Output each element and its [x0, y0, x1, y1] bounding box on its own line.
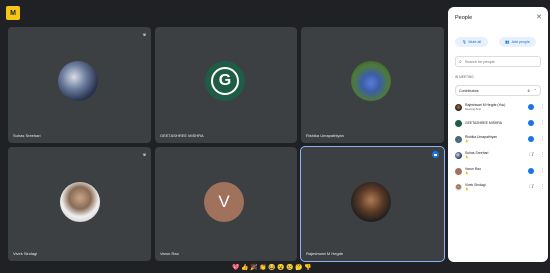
- reaction-heart-icon[interactable]: 💖: [232, 264, 239, 272]
- participant-name: GEETASHREE MISHRA: [465, 120, 503, 125]
- tile-name: GEETASHREE MISHRA: [160, 133, 204, 138]
- mic-off-icon[interactable]: 🎙̸: [528, 152, 534, 158]
- mic-muted-icon: Ψ: [142, 152, 146, 157]
- avatar: [455, 151, 462, 159]
- tile-name: Rajeshwari M Hegde: [306, 251, 344, 256]
- participant-photo: [351, 182, 391, 222]
- panel-title: People: [455, 15, 473, 21]
- participant-logo-avatar: G: [205, 61, 245, 101]
- tile-name: Vivek Sindagi: [13, 251, 38, 256]
- video-tile-vivek[interactable]: Ψ Vivek Sindagi: [8, 147, 151, 261]
- avatar: [455, 135, 462, 143]
- raised-hand-icon: ✋: [465, 187, 469, 191]
- tile-name: Varun Rao: [160, 251, 179, 256]
- more-options-icon[interactable]: ⋮: [540, 168, 545, 174]
- video-tile-rajeshwari[interactable]: Rajeshwari M Hegde: [300, 146, 445, 262]
- contributors-label: Contributors: [459, 88, 479, 93]
- avatar: [455, 119, 462, 127]
- reaction-surprised-icon[interactable]: 😮: [277, 264, 284, 272]
- search-input[interactable]: [464, 59, 535, 64]
- reaction-thumbs-up-icon[interactable]: 👍: [241, 264, 248, 272]
- participant-row[interactable]: Varun Rao ✋ ⋮: [455, 165, 545, 177]
- add-person-icon: 👥: [505, 40, 510, 44]
- mic-on-icon[interactable]: [528, 168, 534, 174]
- people-panel: People ✕ 🎙 Mute all 👥 Add people ⌕ IN ME…: [448, 7, 548, 262]
- speaking-indicator-icon: [432, 151, 439, 158]
- participant-row[interactable]: Rajeshwari M Hegde (You) Meeting host ⋮: [455, 101, 545, 113]
- search-icon: ⌕: [459, 58, 462, 65]
- more-options-icon[interactable]: ⋮: [540, 152, 545, 158]
- video-tile-geetashree[interactable]: G GEETASHREE MISHRA: [155, 27, 297, 143]
- participant-letter-avatar: V: [204, 182, 244, 222]
- mic-on-icon[interactable]: [528, 120, 534, 126]
- raised-hand-icon: ✋: [465, 171, 469, 175]
- mic-off-icon[interactable]: 🎙̸: [528, 184, 534, 190]
- participant-row[interactable]: GEETASHREE MISHRA ⋮: [455, 117, 545, 129]
- reaction-laugh-icon[interactable]: 😂: [268, 264, 275, 272]
- reaction-party-icon[interactable]: 🎉: [250, 264, 257, 272]
- reaction-cry-icon[interactable]: 😢: [286, 264, 293, 272]
- mic-on-icon[interactable]: [528, 136, 534, 142]
- participant-role: Meeting host: [465, 107, 482, 111]
- participant-photo: [351, 61, 391, 101]
- raised-hand-icon: ✋: [465, 155, 469, 159]
- more-options-icon[interactable]: ⋮: [540, 120, 545, 126]
- participant-row[interactable]: Vivek Sindagi ✋ 🎙̸ ⋮: [455, 181, 545, 193]
- contributors-count: 6: [527, 88, 530, 93]
- app-logo: M: [6, 6, 20, 20]
- raised-hand-icon: ✋: [465, 139, 469, 143]
- in-meeting-label: IN MEETING: [455, 75, 474, 79]
- mic-muted-icon: Ψ: [142, 32, 146, 37]
- avatar: [455, 103, 462, 111]
- mute-all-button[interactable]: 🎙 Mute all: [455, 37, 488, 47]
- reaction-clap-icon[interactable]: 👏: [259, 264, 266, 272]
- add-people-label: Add people: [511, 40, 530, 44]
- mute-icon: 🎙: [461, 40, 467, 44]
- participant-row[interactable]: Rishika Umapathiyan ✋ ⋮: [455, 133, 545, 145]
- search-box[interactable]: ⌕: [455, 56, 541, 67]
- mute-all-label: Mute all: [468, 40, 482, 44]
- video-tile-rishika[interactable]: Rishika Umapathiyan: [301, 27, 444, 143]
- avatar: [455, 183, 462, 191]
- participant-photo: [58, 61, 98, 101]
- close-icon[interactable]: ✕: [536, 13, 542, 21]
- avatar-letter: V: [218, 192, 230, 211]
- participant-row[interactable]: Suhas Sreehari ✋ 🎙̸ ⋮: [455, 149, 545, 161]
- reaction-thumbs-down-icon[interactable]: 👎: [304, 264, 311, 272]
- chevron-up-icon: ⌃: [533, 88, 537, 93]
- reactions-bar: 💖 👍 🎉 👏 😂 😮 😢 🤔 👎: [232, 264, 311, 272]
- video-tile-suhas[interactable]: Ψ Suhas Sreehari: [8, 27, 151, 143]
- add-people-button[interactable]: 👥 Add people: [499, 37, 536, 47]
- more-options-icon[interactable]: ⋮: [540, 184, 545, 190]
- mic-on-icon[interactable]: [528, 104, 534, 110]
- tile-name: Suhas Sreehari: [13, 133, 41, 138]
- more-options-icon[interactable]: ⋮: [540, 136, 545, 142]
- contributors-header[interactable]: Contributors 6 ⌃: [455, 85, 541, 96]
- avatar: [455, 167, 462, 175]
- logo-ring: [211, 67, 239, 95]
- reaction-thinking-icon[interactable]: 🤔: [295, 264, 302, 272]
- more-options-icon[interactable]: ⋮: [540, 104, 545, 110]
- tile-name: Rishika Umapathiyan: [306, 133, 344, 138]
- video-tile-varun[interactable]: V Varun Rao: [155, 147, 297, 261]
- participant-photo: [60, 182, 100, 222]
